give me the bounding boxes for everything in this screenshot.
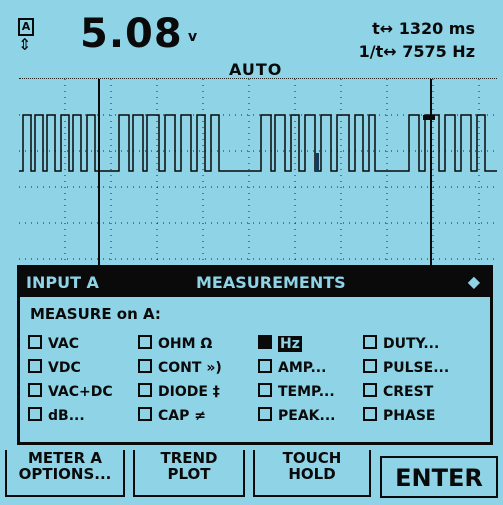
option-temp[interactable]: TEMP... bbox=[258, 382, 335, 402]
enter-softkey[interactable]: ENTER bbox=[380, 456, 498, 498]
checkbox-icon bbox=[138, 359, 152, 373]
option-label: CREST bbox=[383, 384, 434, 400]
main-reading-unit: v bbox=[188, 29, 198, 45]
trend-plot-softkey[interactable]: TREND PLOT bbox=[133, 450, 245, 497]
menu-subtitle: MEASURE on A: bbox=[30, 305, 161, 323]
range-arrows-icon: ⇕ bbox=[18, 35, 32, 54]
measurements-menu: INPUT A MEASUREMENTS ◆ MEASURE on A: VAC… bbox=[17, 265, 493, 445]
checkbox-icon bbox=[363, 407, 377, 421]
checkbox-icon bbox=[28, 383, 42, 397]
scope-screen: A ⇕ 5.08 v t↔ 1320 ms 1/t↔ 7575 Hz AUTO bbox=[0, 0, 503, 505]
option-label: dB... bbox=[48, 408, 85, 424]
option-cap[interactable]: CAP ≠ bbox=[138, 406, 206, 426]
channel-label: A bbox=[18, 18, 34, 36]
plot-grid bbox=[19, 79, 497, 271]
option-label: AMP... bbox=[278, 360, 327, 376]
checkbox-icon bbox=[28, 407, 42, 421]
option-label: OHM Ω bbox=[158, 336, 213, 352]
option-duty[interactable]: DUTY... bbox=[363, 334, 439, 354]
menu-title-bar: INPUT A MEASUREMENTS ◆ bbox=[20, 268, 490, 297]
softkey-label: HOLD bbox=[288, 465, 336, 483]
option-label: PULSE... bbox=[383, 360, 450, 376]
option-label: VAC+DC bbox=[48, 384, 113, 400]
auto-mode-label: AUTO bbox=[229, 60, 283, 79]
trigger-marker bbox=[423, 115, 435, 120]
checkbox-icon bbox=[28, 335, 42, 349]
checkbox-icon bbox=[138, 407, 152, 421]
checkbox-icon bbox=[138, 383, 152, 397]
main-reading-value: 5.08 bbox=[80, 11, 183, 57]
option-label: CONT ») bbox=[158, 360, 222, 376]
option-label: TEMP... bbox=[278, 384, 335, 400]
waveform-plot bbox=[19, 78, 497, 271]
option-amp[interactable]: AMP... bbox=[258, 358, 326, 378]
option-hz[interactable]: Hz bbox=[258, 334, 302, 354]
checkbox-checked-icon bbox=[258, 335, 272, 349]
checkbox-icon bbox=[363, 383, 377, 397]
checkbox-icon bbox=[363, 335, 377, 349]
option-peak[interactable]: PEAK... bbox=[258, 406, 335, 426]
option-label: PEAK... bbox=[278, 408, 336, 424]
option-crest[interactable]: CREST bbox=[363, 382, 433, 402]
option-label: DUTY... bbox=[383, 336, 440, 352]
header-readout-bar: A ⇕ 5.08 v t↔ 1320 ms 1/t↔ 7575 Hz AUTO bbox=[0, 0, 503, 79]
option-label: CAP ≠ bbox=[158, 408, 206, 424]
option-label: DIODE ‡ bbox=[158, 384, 220, 400]
touch-hold-softkey[interactable]: TOUCH HOLD bbox=[253, 450, 371, 497]
softkey-label: TREND bbox=[160, 449, 218, 467]
option-label: Hz bbox=[278, 336, 302, 352]
input-label: INPUT A bbox=[26, 273, 99, 292]
checkbox-icon bbox=[258, 359, 272, 373]
softkey-label: METER A bbox=[27, 449, 103, 467]
checkbox-icon bbox=[258, 383, 272, 397]
frequency-readout: 1/t↔ 7575 Hz bbox=[358, 42, 475, 61]
option-phase[interactable]: PHASE bbox=[363, 406, 435, 426]
option-continuity[interactable]: CONT ») bbox=[138, 358, 222, 378]
softkey-label: TOUCH bbox=[282, 449, 342, 467]
option-pulse[interactable]: PULSE... bbox=[363, 358, 449, 378]
option-label: PHASE bbox=[383, 408, 436, 424]
softkey-label: PLOT bbox=[167, 465, 211, 483]
trace-artifact bbox=[315, 153, 319, 171]
option-label: VDC bbox=[48, 360, 81, 376]
checkbox-icon bbox=[363, 359, 377, 373]
checkbox-icon bbox=[138, 335, 152, 349]
channel-indicator: A ⇕ bbox=[18, 18, 34, 54]
softkey-label: OPTIONS... bbox=[18, 465, 112, 483]
waveform-trace bbox=[19, 114, 497, 172]
option-ohm[interactable]: OHM Ω bbox=[138, 334, 212, 354]
softkey-bar: METER A OPTIONS... TREND PLOT TOUCH HOLD… bbox=[0, 450, 503, 505]
option-vac-dc[interactable]: VAC+DC bbox=[28, 382, 113, 402]
option-vac[interactable]: VAC bbox=[28, 334, 79, 354]
checkbox-icon bbox=[28, 359, 42, 373]
time-readout: t↔ 1320 ms bbox=[372, 19, 475, 38]
option-vdc[interactable]: VDC bbox=[28, 358, 81, 378]
navigate-arrows-icon[interactable]: ◆ bbox=[468, 272, 480, 291]
menu-title: MEASUREMENTS bbox=[196, 273, 346, 292]
option-diode[interactable]: DIODE ‡ bbox=[138, 382, 220, 402]
option-label: VAC bbox=[48, 336, 79, 352]
meter-options-softkey[interactable]: METER A OPTIONS... bbox=[5, 450, 125, 497]
option-db[interactable]: dB... bbox=[28, 406, 85, 426]
checkbox-icon bbox=[258, 407, 272, 421]
